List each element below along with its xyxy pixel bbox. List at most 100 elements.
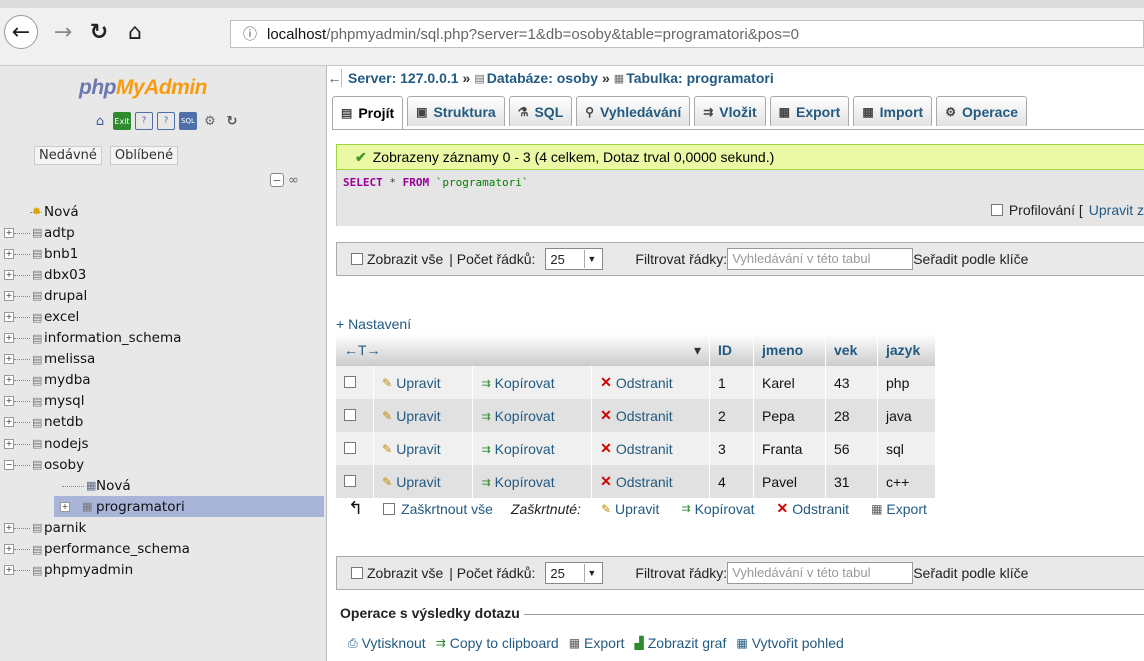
edit-link[interactable]: ✎ Upravit xyxy=(382,375,440,391)
sql-query[interactable]: SELECT * FROM `programatori` xyxy=(343,176,528,189)
tree-item-db[interactable]: + ▤ adtp xyxy=(0,222,327,243)
row-checkbox[interactable] xyxy=(344,441,356,454)
cell-jmeno[interactable]: Franta xyxy=(754,432,826,465)
check-all-checkbox[interactable] xyxy=(383,502,396,515)
create-view-link[interactable]: ▦ Vytvořit pohled xyxy=(736,635,843,651)
bulk-delete-button[interactable]: ✕ Odstranit xyxy=(777,500,850,517)
copy-link[interactable]: ⇉ Kopírovat xyxy=(481,474,554,490)
export-link[interactable]: ▦ Export xyxy=(569,635,625,651)
breadcrumb-server[interactable]: Server: 127.0.0.1 xyxy=(348,70,459,86)
tab-search[interactable]: ⚲ Vyhledávání xyxy=(576,96,691,126)
cell-vek[interactable]: 43 xyxy=(826,366,878,399)
breadcrumb-database[interactable]: Databáze: osoby xyxy=(487,70,598,86)
bulk-edit-button[interactable]: ✎ Upravit xyxy=(601,501,659,517)
expand-icon[interactable]: + xyxy=(4,248,14,259)
cell-jazyk[interactable]: java xyxy=(878,399,936,432)
home-icon[interactable]: ⌂ xyxy=(118,15,152,49)
tree-item-table-selected[interactable]: + ▦ programatori xyxy=(54,496,324,518)
column-header-vek[interactable]: vek xyxy=(826,334,878,366)
expand-icon[interactable]: + xyxy=(4,354,14,365)
delete-link[interactable]: ✕ Odstranit xyxy=(600,407,673,424)
tree-item-db[interactable]: + ▤ nodejs xyxy=(0,433,327,454)
expand-icon[interactable]: + xyxy=(4,312,14,323)
row-checkbox[interactable] xyxy=(344,408,356,421)
address-bar[interactable]: ⓘ localhost/phpmyadmin/sql.php?server=1&… xyxy=(230,20,1144,48)
edit-inline-link[interactable]: Upravit z xyxy=(1089,202,1144,218)
expand-icon[interactable]: + xyxy=(4,227,14,238)
back-arrow-icon[interactable]: ← xyxy=(4,15,38,49)
tree-item-db[interactable]: + ▤ dbx03 xyxy=(0,264,327,285)
show-all-checkbox[interactable] xyxy=(351,253,363,265)
collapse-all-icon[interactable]: − xyxy=(270,173,284,187)
forward-arrow-icon[interactable]: → xyxy=(46,15,80,49)
expand-icon[interactable]: + xyxy=(4,290,14,301)
expand-icon[interactable]: + xyxy=(4,522,14,533)
tree-item-db[interactable]: + ▤ information_schema xyxy=(0,328,327,349)
rows-select[interactable]: 25 ▼ xyxy=(545,562,604,584)
tab-insert[interactable]: ⇉ Vložit xyxy=(694,96,766,126)
copy-to-clipboard-link[interactable]: ⇉ Copy to clipboard xyxy=(436,635,559,651)
info-icon[interactable]: ⓘ xyxy=(243,24,257,44)
expand-icon[interactable]: + xyxy=(4,269,14,280)
tree-item-db[interactable]: + ▤ phpmyadmin xyxy=(0,560,327,581)
bulk-copy-button[interactable]: ⇉ Kopírovat xyxy=(681,501,754,517)
column-header-jmeno[interactable]: jmeno xyxy=(754,334,826,366)
expand-icon[interactable]: + xyxy=(4,396,14,407)
edit-link[interactable]: ✎ Upravit xyxy=(382,441,440,457)
delete-link[interactable]: ✕ Odstranit xyxy=(600,440,673,457)
expand-icon[interactable]: + xyxy=(4,544,14,555)
home-icon[interactable]: ⌂ xyxy=(91,112,109,130)
delete-link[interactable]: ✕ Odstranit xyxy=(600,374,673,391)
collapse-panel-icon[interactable]: ← xyxy=(328,69,342,87)
phpmyadmin-logo[interactable]: phpMyAdmin xyxy=(79,76,207,100)
tree-item-db[interactable]: + ▤ mydba xyxy=(0,370,327,391)
tree-item-new-table[interactable]: ▦ Nová xyxy=(0,475,327,496)
row-checkbox[interactable] xyxy=(344,375,356,388)
tree-item-db[interactable]: + ▤ mysql xyxy=(0,391,327,412)
column-header-jazyk[interactable]: jazyk xyxy=(878,334,936,366)
expand-icon[interactable]: + xyxy=(4,438,14,449)
cell-jazyk[interactable]: php xyxy=(878,366,936,399)
tab-import[interactable]: ▦ Import xyxy=(853,96,933,126)
expand-icon[interactable]: + xyxy=(4,417,14,428)
filter-input[interactable]: Vyhledávání v této tabul xyxy=(727,248,914,270)
expand-icon[interactable]: + xyxy=(4,375,14,386)
delete-link[interactable]: ✕ Odstranit xyxy=(600,473,673,490)
tree-item-new[interactable]: ✸ Nová xyxy=(0,201,327,222)
cell-vek[interactable]: 31 xyxy=(826,465,878,498)
settings-gear-icon[interactable]: ⚙ xyxy=(201,112,219,130)
tree-item-db-osoby[interactable]: − ▤ osoby xyxy=(0,454,327,475)
tab-operations[interactable]: ⚙ Operace xyxy=(936,96,1028,126)
chevron-down-icon[interactable]: ▾ xyxy=(694,342,701,359)
row-checkbox[interactable] xyxy=(344,474,356,487)
cell-vek[interactable]: 56 xyxy=(826,432,878,465)
tree-item-db[interactable]: + ▤ netdb xyxy=(0,412,327,433)
docs-icon[interactable]: ? xyxy=(157,112,175,130)
filter-input[interactable]: Vyhledávání v této tabul xyxy=(727,562,914,584)
tab-browse[interactable]: ▤ Projít xyxy=(332,96,404,129)
rows-select[interactable]: 25 ▼ xyxy=(545,248,604,270)
link-icon[interactable]: ∞ xyxy=(288,173,299,188)
query-window-icon[interactable]: ? xyxy=(135,112,153,130)
tab-favorites[interactable]: Oblíbené xyxy=(109,146,179,165)
copy-link[interactable]: ⇉ Kopírovat xyxy=(481,408,554,424)
cell-id[interactable]: 2 xyxy=(710,399,754,432)
breadcrumb-table[interactable]: Tabulka: programatori xyxy=(626,70,774,86)
show-all[interactable]: Zobrazit vše xyxy=(351,565,443,581)
edit-link[interactable]: ✎ Upravit xyxy=(382,408,440,424)
exit-icon[interactable]: Exit xyxy=(113,112,131,130)
edit-link[interactable]: ✎ Upravit xyxy=(382,474,440,490)
cell-jmeno[interactable]: Karel xyxy=(754,366,826,399)
column-arrows-icon[interactable]: ←T→ xyxy=(344,342,381,358)
show-all[interactable]: Zobrazit vše xyxy=(351,251,443,267)
tree-item-db[interactable]: + ▤ bnb1 xyxy=(0,243,327,264)
sql-docs-icon[interactable]: SQL xyxy=(179,112,197,130)
tree-item-db[interactable]: + ▤ melissa xyxy=(0,349,327,370)
cell-vek[interactable]: 28 xyxy=(826,399,878,432)
expand-icon[interactable]: + xyxy=(60,501,70,512)
expand-icon[interactable]: + xyxy=(4,565,14,576)
cell-id[interactable]: 3 xyxy=(710,432,754,465)
settings-link[interactable]: + Nastavení xyxy=(336,316,411,332)
refresh-icon[interactable]: ↻ xyxy=(223,112,241,130)
cell-id[interactable]: 4 xyxy=(710,465,754,498)
